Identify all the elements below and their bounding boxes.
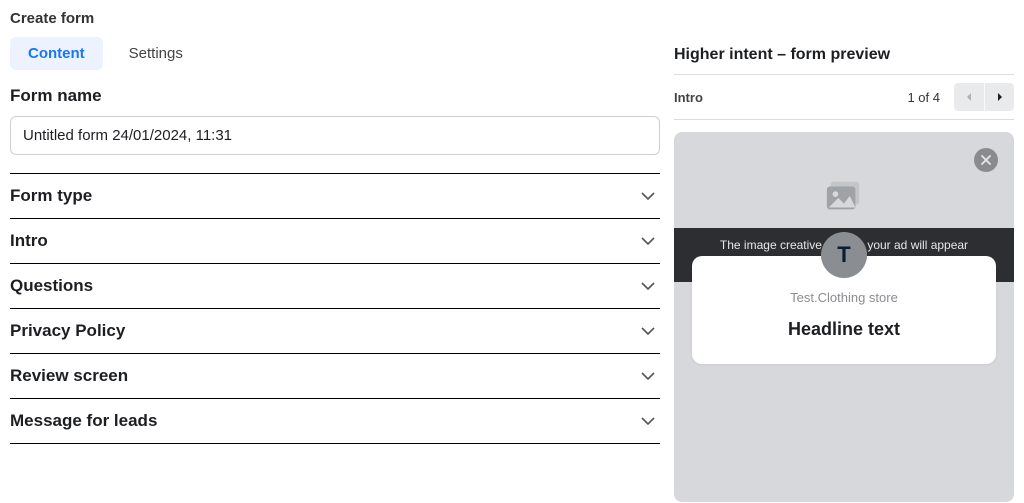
tabs: Content Settings (10, 37, 660, 70)
store-name: Test.Clothing store (702, 290, 986, 305)
section-intro[interactable]: Intro (10, 219, 660, 264)
form-name-label: Form name (10, 86, 660, 106)
chevron-down-icon (640, 368, 656, 384)
close-preview-button[interactable] (974, 148, 998, 172)
headline-text: Headline text (702, 319, 986, 340)
section-title: Message for leads (10, 411, 157, 431)
section-title: Form type (10, 186, 92, 206)
nav-button-group (954, 83, 1014, 111)
section-title: Privacy Policy (10, 321, 125, 341)
image-placeholder (686, 180, 1002, 214)
next-button[interactable] (984, 83, 1014, 111)
tab-settings[interactable]: Settings (111, 37, 201, 70)
preview-canvas: The image creative used in your ad will … (674, 132, 1014, 502)
sections-accordion: Form type Intro Questions Privacy Policy… (10, 173, 660, 444)
section-form-type[interactable]: Form type (10, 174, 660, 219)
section-title: Review screen (10, 366, 128, 386)
section-questions[interactable]: Questions (10, 264, 660, 309)
chevron-down-icon (640, 323, 656, 339)
image-icon (825, 180, 863, 214)
preview-panel: Higher intent – form preview Intro 1 of … (674, 0, 1024, 503)
preview-step-label: Intro (674, 90, 703, 105)
step-counter: 1 of 4 (907, 90, 940, 105)
preview-header: Intro 1 of 4 (674, 74, 1014, 120)
section-review[interactable]: Review screen (10, 354, 660, 399)
preview-controls: 1 of 4 (907, 83, 1014, 111)
section-message[interactable]: Message for leads (10, 399, 660, 444)
prev-button[interactable] (954, 83, 984, 111)
caret-right-icon (995, 92, 1005, 102)
caret-left-icon (964, 92, 974, 102)
close-icon (980, 154, 992, 166)
page-title: Create form (10, 10, 660, 37)
form-name-input[interactable] (10, 116, 660, 155)
section-privacy[interactable]: Privacy Policy (10, 309, 660, 354)
section-title: Questions (10, 276, 93, 296)
preview-card: T Test.Clothing store Headline text (692, 256, 996, 364)
chevron-down-icon (640, 188, 656, 204)
tab-content[interactable]: Content (10, 37, 103, 70)
form-editor-panel: Create form Content Settings Form name F… (0, 0, 674, 503)
preview-title: Higher intent – form preview (674, 46, 1014, 74)
chevron-down-icon (640, 233, 656, 249)
avatar: T (821, 232, 867, 278)
chevron-down-icon (640, 278, 656, 294)
section-title: Intro (10, 231, 48, 251)
chevron-down-icon (640, 413, 656, 429)
